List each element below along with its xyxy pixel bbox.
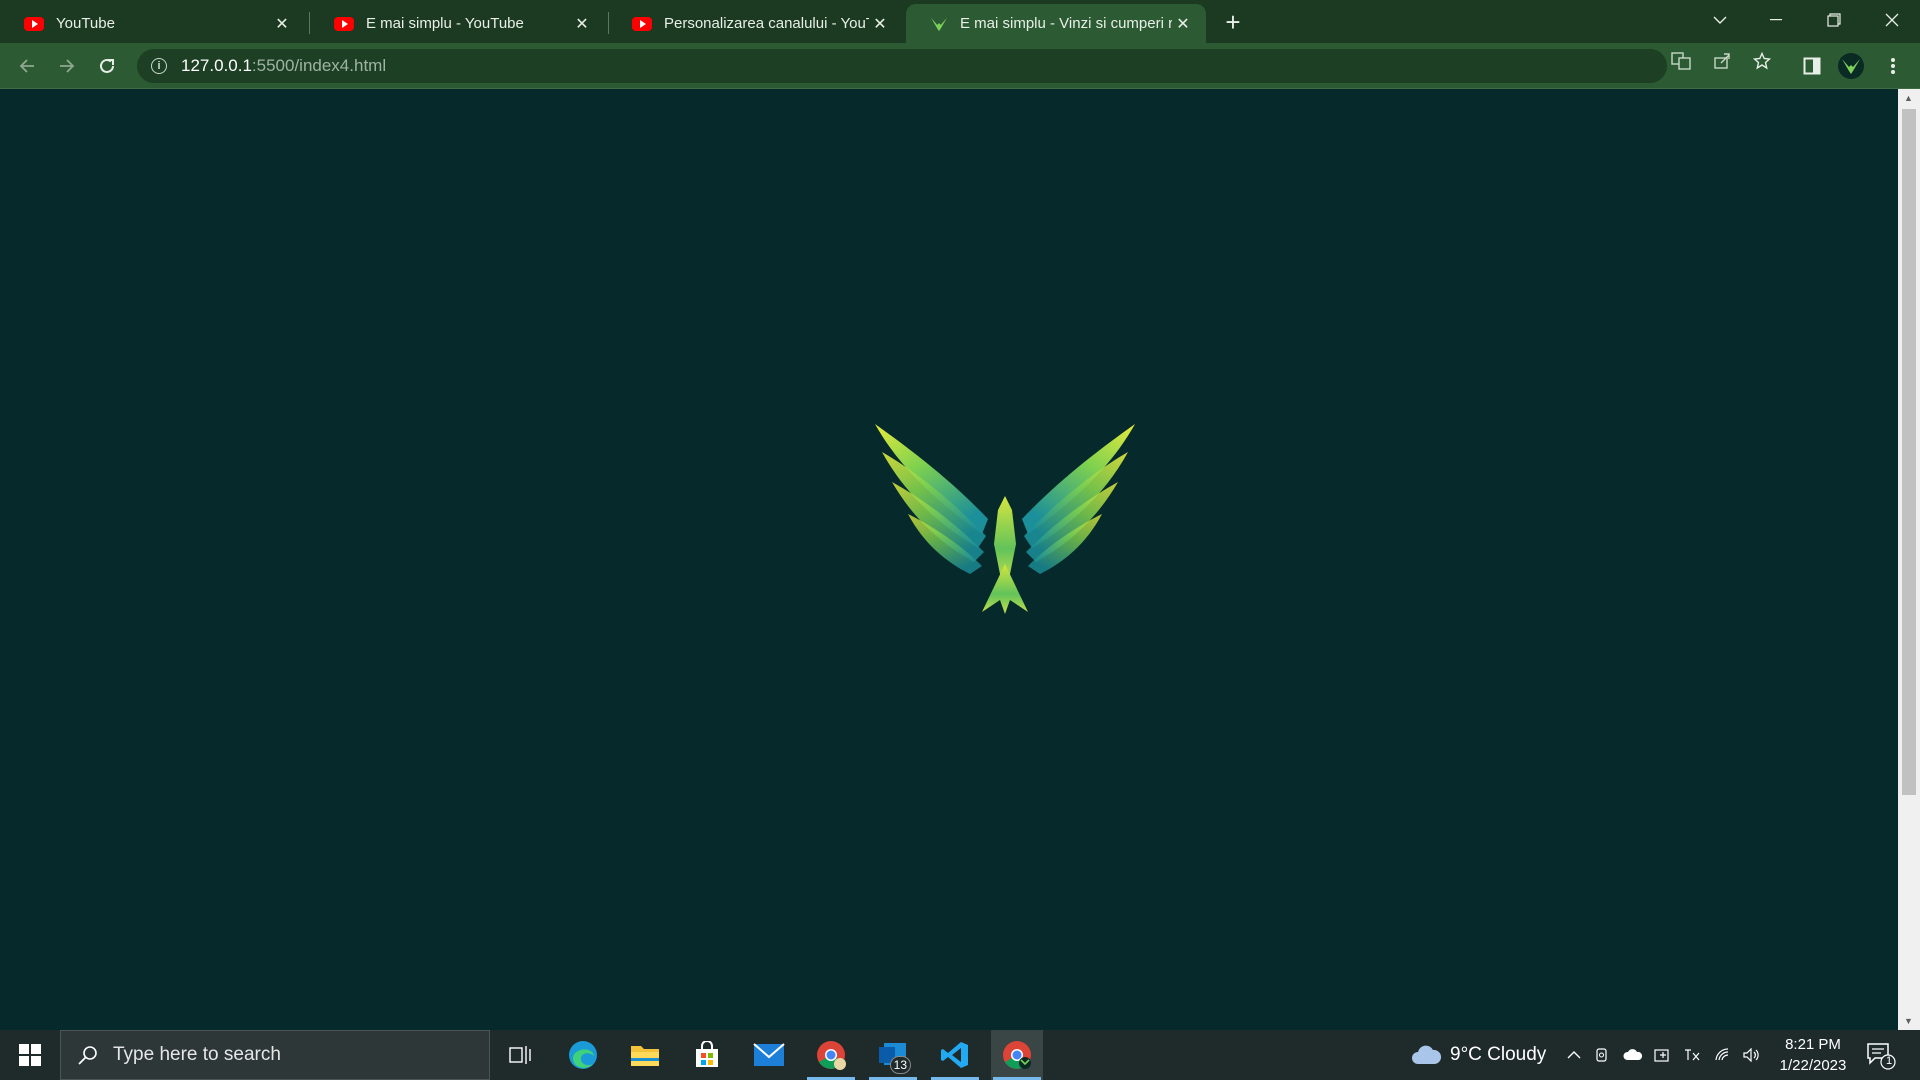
store-icon [696, 1041, 718, 1067]
vertical-scrollbar[interactable]: ▲ ▼ [1898, 89, 1920, 1030]
minimize-button[interactable] [1748, 0, 1804, 40]
task-view-icon [509, 1046, 531, 1064]
vscode-icon [941, 1042, 968, 1068]
volume-icon[interactable] [1741, 1044, 1763, 1066]
back-button[interactable] [12, 51, 42, 81]
bird-logo [875, 424, 1135, 614]
edge-icon [569, 1041, 597, 1069]
close-icon[interactable]: ✕ [869, 13, 891, 35]
taskbar-file-explorer[interactable] [619, 1030, 671, 1080]
browser-tab-strip: YouTube ✕ E mai simplu - YouTube ✕ Perso… [0, 0, 1920, 43]
scroll-thumb[interactable] [1902, 109, 1916, 795]
site-info-icon[interactable]: i [151, 58, 167, 74]
file-explorer-icon [631, 1046, 659, 1066]
taskbar-store[interactable] [681, 1030, 733, 1080]
clock-date: 1/22/2023 [1779, 1057, 1847, 1074]
side-panel-icon[interactable] [1797, 51, 1827, 81]
close-icon[interactable]: ✕ [1172, 13, 1194, 35]
scroll-up-icon[interactable]: ▲ [1904, 93, 1913, 103]
profile-avatar[interactable] [1838, 53, 1864, 79]
onedrive-icon[interactable] [1622, 1044, 1644, 1066]
youtube-icon [24, 16, 44, 31]
tab-title: E mai simplu - Vinzi si cumperi rapid [960, 15, 1172, 32]
close-icon[interactable]: ✕ [571, 13, 593, 35]
taskbar-chrome-profile[interactable] [805, 1030, 857, 1080]
wifi-icon[interactable] [1713, 1044, 1735, 1066]
meet-now-icon[interactable] [1592, 1044, 1614, 1066]
menu-icon[interactable] [1878, 51, 1908, 81]
tab-title: E mai simplu - YouTube [366, 15, 524, 32]
tab-title: Personalizarea canalului - YouTube [664, 15, 869, 32]
tab-youtube[interactable]: YouTube ✕ [0, 4, 305, 43]
translate-icon[interactable] [1670, 50, 1692, 72]
tab-e-mai-simplu-youtube[interactable]: E mai simplu - YouTube ✕ [310, 4, 605, 43]
cloud-icon [1412, 1045, 1442, 1064]
bird-icon [1842, 59, 1860, 74]
youtube-icon [632, 16, 652, 31]
taskbar-search-box[interactable]: Type here to search [60, 1030, 490, 1080]
url-text: 127.0.0.1:5500/index4.html [181, 56, 387, 75]
notification-count: 1 [1885, 1055, 1893, 1067]
chrome-icon [1003, 1041, 1031, 1069]
share-icon[interactable] [1711, 50, 1733, 72]
bird-icon [931, 17, 947, 31]
weather-text: 9°C Cloudy [1450, 1044, 1547, 1065]
page-viewport [0, 89, 1898, 1030]
search-placeholder: Type here to search [113, 1044, 281, 1065]
mail-icon [753, 1043, 785, 1066]
youtube-icon [334, 16, 354, 31]
outlook-badge: 13 [889, 1056, 911, 1074]
windows-icon [19, 1044, 41, 1066]
tab-search-icon[interactable] [1692, 0, 1748, 40]
task-view-button[interactable] [494, 1030, 546, 1080]
tab-e-mai-simplu-vinzi[interactable]: E mai simplu - Vinzi si cumperi rapid ✕ [906, 4, 1206, 43]
taskbar-chrome[interactable] [991, 1030, 1043, 1080]
reload-button[interactable] [92, 51, 122, 81]
address-bar[interactable]: i 127.0.0.1:5500/index4.html [137, 49, 1667, 83]
tab-personalizarea-canalului[interactable]: Personalizarea canalului - YouTube ✕ [608, 4, 903, 43]
scroll-down-icon[interactable]: ▼ [1904, 1016, 1913, 1026]
bookmark-star-icon[interactable] [1751, 50, 1773, 72]
weather-widget[interactable]: 9°C Cloudy [1410, 1030, 1546, 1080]
keyboard-language-icon[interactable] [1681, 1044, 1703, 1066]
forward-button[interactable] [52, 51, 82, 81]
tab-title: YouTube [56, 15, 115, 32]
network-adapter-icon[interactable] [1652, 1044, 1674, 1066]
taskbar-edge[interactable] [557, 1030, 609, 1080]
new-tab-button[interactable]: + [1218, 7, 1248, 37]
chevron-up-icon[interactable] [1563, 1044, 1585, 1066]
taskbar-vscode[interactable] [929, 1030, 981, 1080]
taskbar-outlook[interactable]: 13 [867, 1030, 919, 1080]
restore-button[interactable] [1806, 0, 1862, 40]
action-center-button[interactable]: 1 [1866, 1042, 1896, 1070]
chrome-profile-icon [817, 1041, 846, 1070]
system-clock[interactable]: 8:21 PM 1/22/2023 [1770, 1034, 1856, 1076]
close-icon[interactable]: ✕ [271, 13, 293, 35]
windows-taskbar: Type here to search 13 9°C Cloudy 8:21 P… [0, 1030, 1920, 1080]
search-icon [78, 1046, 97, 1065]
clock-time: 8:21 PM [1785, 1036, 1841, 1053]
start-button[interactable] [0, 1030, 60, 1080]
close-window-button[interactable] [1864, 0, 1920, 40]
taskbar-mail[interactable] [743, 1030, 795, 1080]
browser-toolbar: i 127.0.0.1:5500/index4.html [0, 43, 1920, 89]
